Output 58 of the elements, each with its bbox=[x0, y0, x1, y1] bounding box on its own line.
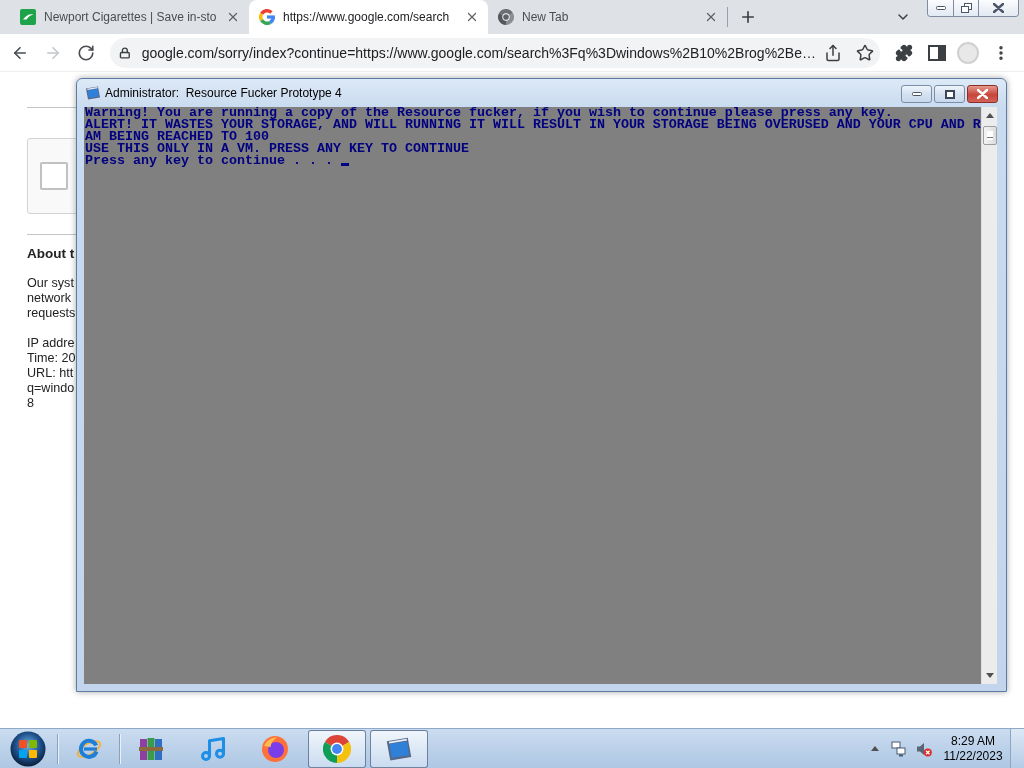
close-button[interactable] bbox=[967, 85, 998, 103]
arrow-down-icon[interactable] bbox=[985, 673, 994, 678]
scroll-thumb[interactable] bbox=[982, 126, 997, 145]
fox-globe-icon bbox=[261, 734, 289, 763]
puzzle-icon[interactable] bbox=[895, 43, 913, 62]
close-button[interactable] bbox=[978, 0, 1018, 16]
detail-line: URL: htt bbox=[27, 366, 74, 381]
paragraph-line: network bbox=[27, 291, 72, 306]
close-icon[interactable] bbox=[704, 10, 718, 24]
console-window-icon bbox=[85, 85, 101, 101]
close-icon bbox=[977, 89, 988, 99]
console-line: ALERT! IT WASTES YOUR STORAGE, AND WILL RUNNING IT WILL RESULT IN YOUR STORAGE BEING OVERUSED AND YOUR CPU AND R bbox=[85, 119, 981, 131]
close-icon bbox=[993, 3, 1004, 13]
swoosh-square-icon bbox=[20, 9, 36, 25]
detail-line: Time: 20 bbox=[27, 351, 76, 366]
close-icon[interactable] bbox=[465, 10, 479, 24]
address-field[interactable]: google.com/sorry/index?continue=https://www.google.com/search%3Fq%3Dwindows%2B10%2Brog%2Be… bbox=[110, 37, 880, 68]
checkbox[interactable] bbox=[40, 162, 68, 190]
detail-line: IP addre bbox=[27, 336, 75, 351]
restore-button[interactable] bbox=[953, 0, 978, 16]
clock-date[interactable]: 11/22/2023 bbox=[943, 748, 1003, 764]
lock-icon[interactable] bbox=[119, 46, 131, 59]
segmented-circle-icon bbox=[323, 734, 351, 763]
taskbar-button[interactable] bbox=[308, 729, 366, 768]
circle-logo-icon bbox=[498, 9, 514, 25]
arrow-up-icon[interactable] bbox=[985, 113, 994, 118]
minimize-button[interactable] bbox=[928, 0, 953, 16]
maximize-icon bbox=[944, 89, 955, 99]
start-orb-icon[interactable] bbox=[10, 730, 46, 767]
music-note-icon bbox=[199, 734, 227, 763]
paragraph-line: Our syst bbox=[27, 276, 74, 291]
detail-line: 8 bbox=[27, 396, 34, 411]
section-heading: About t bbox=[27, 246, 76, 262]
paragraph-line: requests bbox=[27, 306, 76, 321]
taskbar-button[interactable] bbox=[370, 729, 428, 768]
speaker-muted-icon[interactable] bbox=[916, 740, 932, 757]
close-icon[interactable] bbox=[226, 10, 240, 24]
triangle-up-icon[interactable] bbox=[871, 746, 879, 751]
scrollbar-track[interactable] bbox=[981, 107, 997, 684]
console-line: USE THIS ONLY IN A VM. PRESS ANY KEY TO CONTINUE bbox=[85, 143, 469, 155]
minimize-icon bbox=[911, 92, 922, 96]
g-logo-icon bbox=[259, 9, 275, 25]
side-panel-icon[interactable] bbox=[928, 44, 946, 61]
reload-icon[interactable] bbox=[77, 43, 95, 62]
share-icon[interactable] bbox=[824, 43, 842, 62]
network-icon[interactable] bbox=[891, 740, 907, 757]
window-title: Administrator: Resource Fucker Prototype 4 bbox=[105, 86, 342, 100]
maximize-button[interactable] bbox=[934, 85, 965, 103]
detail-line: q=windo bbox=[27, 381, 75, 396]
browser-tab[interactable]: https://www.google.com/search bbox=[249, 0, 488, 34]
clock-time[interactable]: 8:29 AM bbox=[951, 733, 995, 749]
restore-icon bbox=[960, 3, 972, 13]
console-line: Press any key to continue . . . bbox=[85, 155, 333, 167]
star-icon[interactable] bbox=[856, 43, 874, 62]
console-line: AM BEING REACHED TO 100 bbox=[85, 131, 269, 143]
minimize-icon bbox=[935, 6, 946, 10]
minimize-button[interactable] bbox=[901, 85, 932, 103]
plus-icon[interactable] bbox=[739, 8, 757, 26]
